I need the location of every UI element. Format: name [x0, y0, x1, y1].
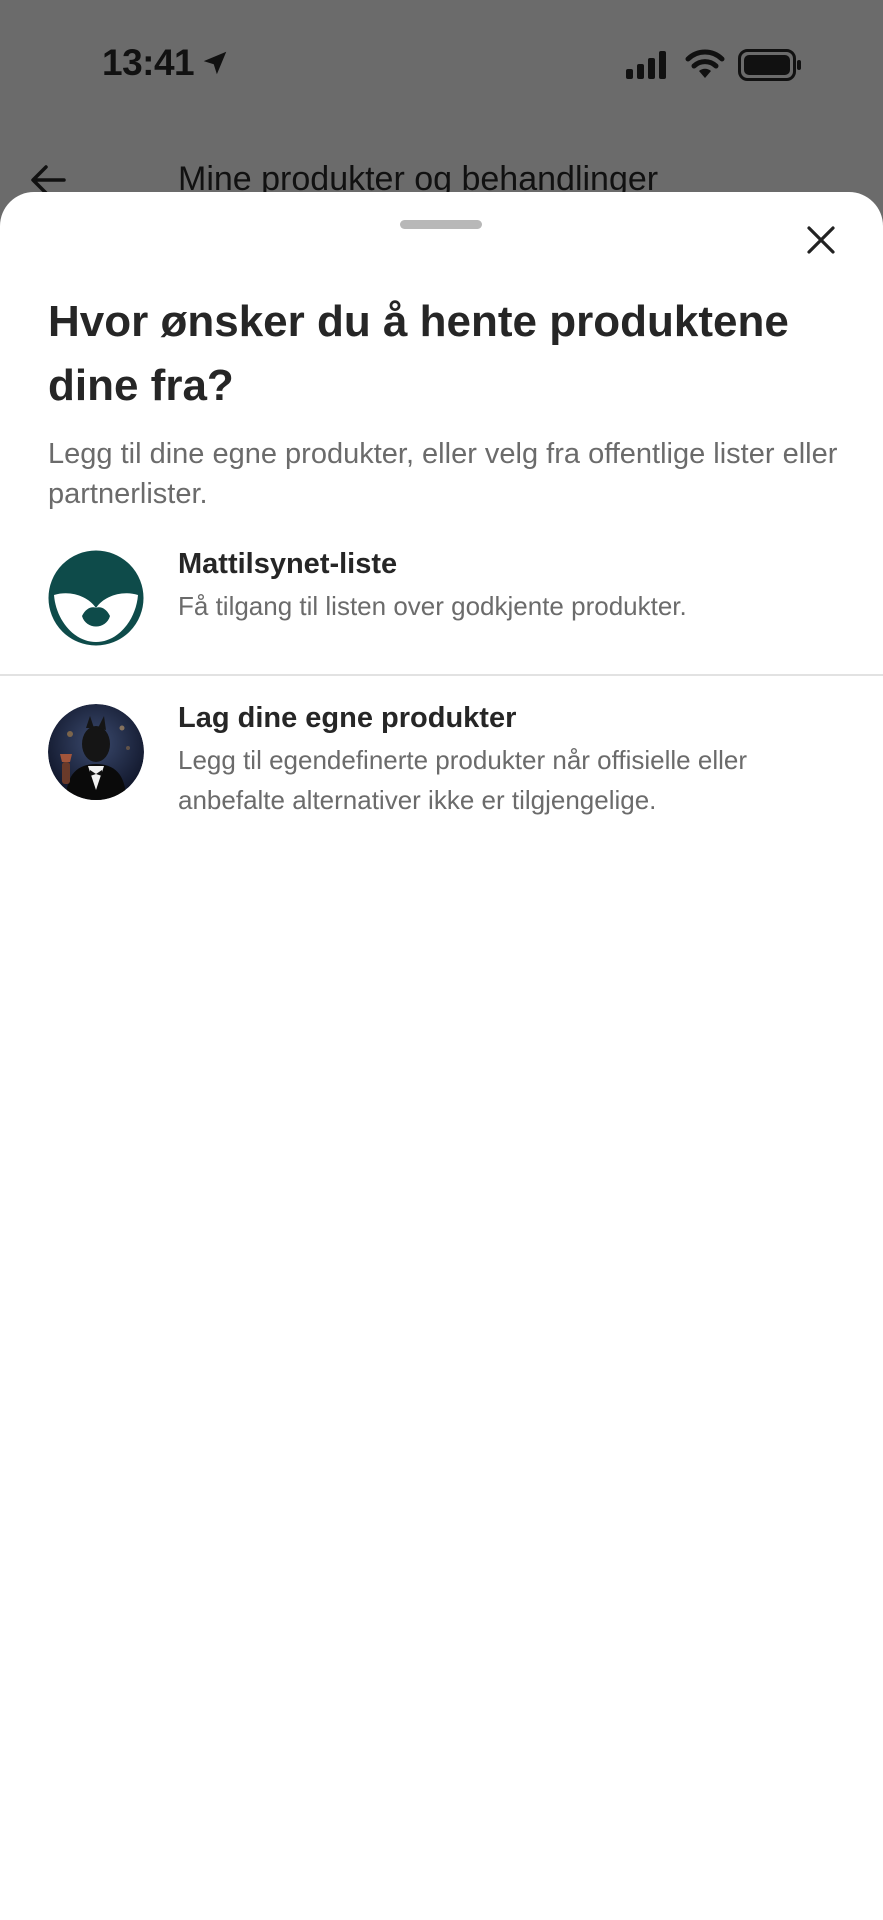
option-title: Lag dine egne produkter: [178, 702, 517, 734]
cellular-signal-icon: [626, 51, 666, 79]
location-arrow-icon: [203, 51, 227, 75]
sheet-subtitle: Legg til dine egne produkter, eller velg…: [48, 438, 838, 510]
custom-products-avatar: [48, 704, 144, 800]
option-custom-products[interactable]: Lag dine egne produkter Legg til egendef…: [0, 692, 883, 832]
mattilsynet-logo-icon: [48, 550, 144, 646]
wifi-icon: [685, 49, 725, 78]
bottom-sheet: Hvor ønsker du å hente produktene dine f…: [0, 192, 883, 1920]
option-description: Få tilgang til listen over godkjente pro…: [178, 591, 687, 621]
sheet-grabber-handle[interactable]: [400, 220, 482, 229]
sheet-title: Hvor ønsker du å hente produktene dine f…: [48, 297, 789, 410]
close-button[interactable]: [795, 214, 847, 266]
status-bar: 13:41: [0, 0, 883, 130]
option-description: Legg til egendefinerte produkter når off…: [178, 745, 747, 815]
status-time: 13:41: [102, 42, 195, 83]
divider: [0, 674, 883, 676]
option-title: Mattilsynet-liste: [178, 548, 398, 580]
option-mattilsynet-list[interactable]: Mattilsynet-liste Få tilgang til listen …: [0, 538, 883, 666]
battery-icon: [738, 49, 801, 81]
close-icon: [807, 226, 835, 254]
